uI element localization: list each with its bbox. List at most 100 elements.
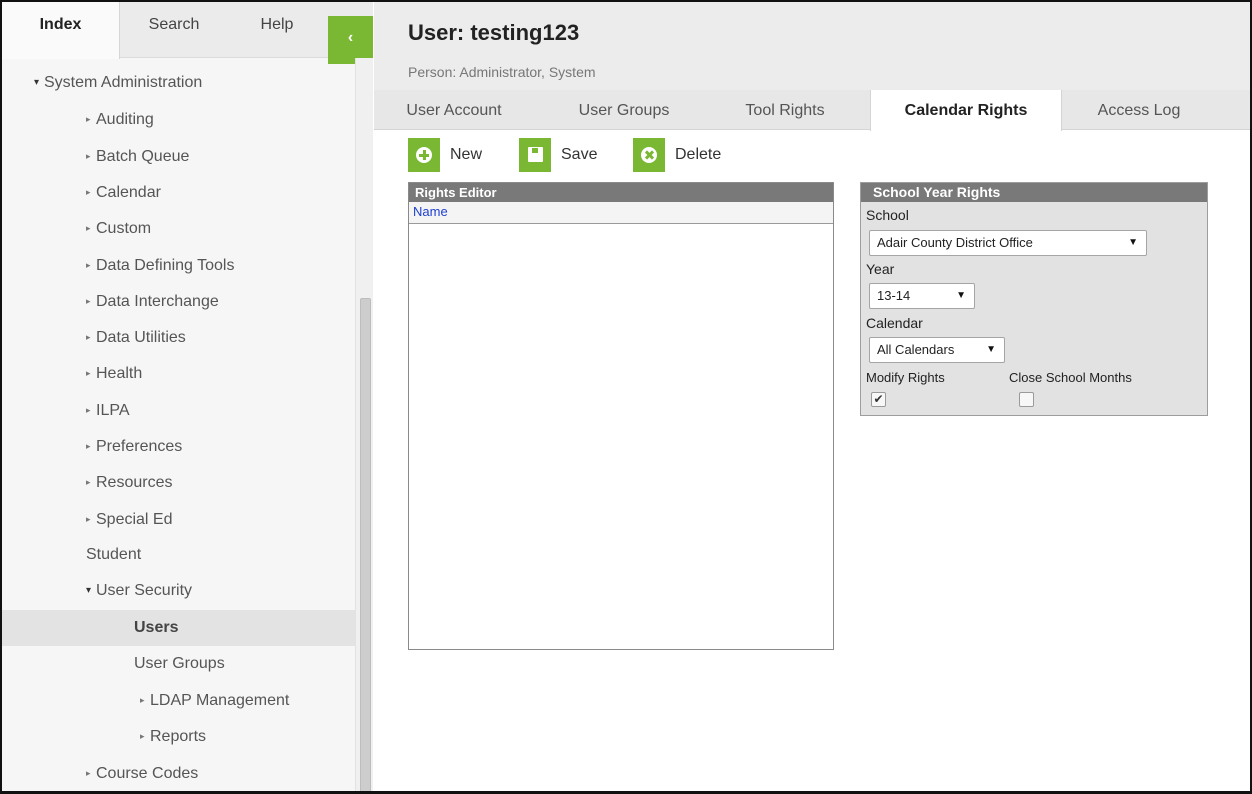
tab-search[interactable]: Search — [120, 2, 228, 58]
save-button-label: Save — [561, 146, 598, 163]
tab-calendar-rights[interactable]: Calendar Rights — [870, 90, 1062, 131]
collapsed-arrow-icon[interactable]: ▸ — [86, 358, 96, 388]
school-year-rights-title: School Year Rights — [861, 183, 1207, 202]
tree-item-label: User Security — [96, 582, 193, 600]
expanded-arrow-icon[interactable]: ▾ — [86, 576, 96, 606]
tree-item-label: Custom — [96, 220, 152, 238]
collapsed-arrow-icon[interactable]: ▸ — [86, 467, 96, 497]
collapsed-arrow-icon[interactable]: ▸ — [86, 250, 96, 280]
tab-user-groups[interactable]: User Groups — [560, 90, 688, 130]
close-school-months-label: Close School Months — [1009, 370, 1132, 385]
sidebar-scrollbar[interactable] — [355, 58, 373, 791]
collapsed-arrow-icon[interactable]: ▸ — [140, 721, 150, 751]
delete-button[interactable]: Delete — [633, 138, 737, 172]
tree-item-data-defining-tools[interactable]: ▸ Data Defining Tools — [86, 250, 234, 280]
tree-item-label: ILPA — [96, 401, 130, 419]
delete-button-label: Delete — [675, 146, 722, 163]
tree-item-label: Special Ed — [96, 510, 173, 528]
collapsed-arrow-icon[interactable]: ▸ — [86, 395, 96, 425]
calendar-select[interactable]: All Calendars ▼ — [869, 337, 1005, 363]
tree-item-reports[interactable]: ▸ Reports — [140, 721, 206, 751]
save-icon — [528, 147, 543, 162]
collapsed-arrow-icon[interactable]: ▸ — [86, 431, 96, 461]
tree-item-data-interchange[interactable]: ▸ Data Interchange — [86, 286, 219, 316]
scrollbar-thumb[interactable] — [360, 298, 371, 791]
tree-item-users[interactable]: Users — [134, 613, 178, 643]
collapsed-arrow-icon[interactable]: ▸ — [140, 685, 150, 715]
tree-item-label: Course Codes — [96, 764, 199, 782]
new-button[interactable]: New — [408, 138, 492, 172]
delete-icon — [641, 147, 657, 163]
tab-user-account[interactable]: User Account — [390, 90, 518, 130]
school-select[interactable]: Adair County District Office ▼ — [869, 230, 1147, 256]
tree-selection-highlight — [2, 609, 355, 646]
tree-item-student[interactable]: Student — [86, 540, 141, 570]
tree-item-label: Batch Queue — [96, 147, 190, 165]
tree-item-label: Health — [96, 365, 143, 383]
tab-bar: User Account User Groups Tool Rights Cal… — [374, 90, 1250, 131]
tree-item-custom[interactable]: ▸ Custom — [86, 213, 151, 243]
tree-item-label: LDAP Management — [150, 692, 290, 710]
main-content: User: testing123 Person: Administrator, … — [374, 2, 1250, 791]
expanded-arrow-icon[interactable]: ▾ — [34, 68, 44, 98]
tree-item-user-groups[interactable]: User Groups — [134, 649, 225, 679]
year-label: Year — [866, 261, 895, 277]
tree-item-label: System Administration — [44, 74, 203, 91]
plus-icon — [416, 147, 432, 163]
tab-tool-rights[interactable]: Tool Rights — [730, 90, 840, 130]
collapsed-arrow-icon[interactable]: ▸ — [86, 286, 96, 316]
tree-item-label: User Groups — [134, 654, 225, 672]
tree-item-label: Data Defining Tools — [96, 256, 235, 274]
tree-item-label: Auditing — [96, 111, 154, 129]
tree-item-user-security[interactable]: ▾ User Security — [86, 576, 192, 606]
school-label: School — [866, 207, 909, 223]
name-column-header[interactable]: Name — [409, 202, 833, 224]
tree-item-batch-queue[interactable]: ▸ Batch Queue — [86, 141, 189, 171]
tree-item-resources[interactable]: ▸ Resources — [86, 467, 172, 497]
app-window: Index Search Help ‹ ▾ System Administrati… — [0, 0, 1252, 794]
rights-editor-panel: Rights Editor Name — [408, 182, 834, 650]
collapsed-arrow-icon[interactable]: ▸ — [86, 104, 96, 134]
tree-item-health[interactable]: ▸ Health — [86, 358, 142, 388]
checkmark-icon: ✔ — [873, 392, 884, 406]
year-select[interactable]: 13-14 ▼ — [869, 283, 975, 309]
sidebar-tabs: Index Search Help — [2, 2, 373, 59]
year-select-value: 13-14 — [877, 288, 911, 303]
collapse-sidebar-button[interactable]: ‹ — [328, 16, 373, 64]
page-header: User: testing123 Person: Administrator, … — [374, 2, 1250, 90]
collapsed-arrow-icon[interactable]: ▸ — [86, 141, 96, 171]
tree-item-preferences[interactable]: ▸ Preferences — [86, 431, 182, 461]
tab-help[interactable]: Help — [228, 2, 326, 58]
dropdown-arrow-icon: ▼ — [1128, 237, 1138, 248]
school-select-value: Adair County District Office — [877, 235, 1033, 250]
tree-item-label: Data Utilities — [96, 329, 186, 347]
save-button[interactable]: Save — [519, 138, 609, 172]
close-school-months-checkbox[interactable] — [1019, 392, 1034, 407]
rights-editor-title: Rights Editor — [409, 183, 833, 202]
collapsed-arrow-icon[interactable]: ▸ — [86, 322, 96, 352]
dropdown-arrow-icon: ▼ — [956, 290, 966, 301]
tree-item-label: Student — [86, 545, 142, 563]
calendar-select-value: All Calendars — [877, 342, 955, 357]
sidebar: Index Search Help ‹ ▾ System Administrati… — [2, 2, 373, 791]
tree-item-label: Data Interchange — [96, 292, 219, 310]
tab-index[interactable]: Index — [2, 2, 120, 59]
calendar-label: Calendar — [866, 315, 923, 331]
page-title: User: testing123 — [408, 20, 580, 45]
tree-item-ldap-management[interactable]: ▸ LDAP Management — [140, 685, 289, 715]
tree-item-special-ed[interactable]: ▸ Special Ed — [86, 504, 173, 534]
collapsed-arrow-icon[interactable]: ▸ — [86, 504, 96, 534]
tree-item-course-codes[interactable]: ▸ Course Codes — [86, 758, 198, 788]
collapsed-arrow-icon[interactable]: ▸ — [86, 177, 96, 207]
tree-item-system-administration[interactable]: ▾ System Administration — [34, 68, 202, 98]
tree-item-auditing[interactable]: ▸ Auditing — [86, 104, 154, 134]
collapsed-arrow-icon[interactable]: ▸ — [86, 758, 96, 788]
school-year-rights-panel: School Year Rights School Adair County D… — [860, 182, 1208, 416]
tree-item-ilpa[interactable]: ▸ ILPA — [86, 395, 130, 425]
tree-item-label: Resources — [96, 474, 173, 492]
tree-item-data-utilities[interactable]: ▸ Data Utilities — [86, 322, 186, 352]
tab-access-log[interactable]: Access Log — [1074, 90, 1204, 130]
tree-item-calendar[interactable]: ▸ Calendar — [86, 177, 161, 207]
collapsed-arrow-icon[interactable]: ▸ — [86, 213, 96, 243]
modify-rights-checkbox[interactable]: ✔ — [871, 392, 886, 407]
